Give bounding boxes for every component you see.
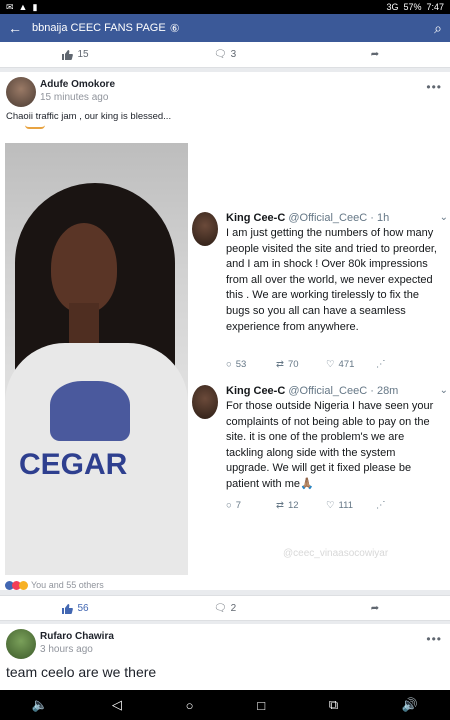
post-actions: 56 🗨 2 ➦ xyxy=(0,595,450,621)
reply-icon: ○ xyxy=(226,359,232,370)
post-time[interactable]: 3 hours ago xyxy=(40,644,93,655)
retweet-icon: ⇄ xyxy=(276,500,284,511)
tweet-actions: ○ 7 ⇄ 12 ♡ 111 ⋰ xyxy=(226,500,426,511)
like-count: 56 xyxy=(77,602,89,614)
comment-icon: 🗨 xyxy=(213,49,227,60)
face-shape xyxy=(51,223,117,313)
like-count: ♡ 111 xyxy=(326,500,353,511)
avatar[interactable] xyxy=(6,629,36,659)
like-button[interactable]: 56 xyxy=(0,603,150,614)
alert-icon: ▲ xyxy=(18,1,28,12)
share-icon: ⋰ xyxy=(376,500,386,511)
tweet-header: King Cee-C @Official_CeeC · 28m xyxy=(226,385,398,397)
tweet-text: For those outside Nigeria I have seen yo… xyxy=(226,400,434,490)
post-time[interactable]: 15 minutes ago xyxy=(40,92,108,103)
volume-down-icon[interactable]: 🔈 xyxy=(32,697,48,713)
thumbs-up-icon xyxy=(62,603,74,614)
retweet-count: ⇄ 12 xyxy=(276,500,299,511)
reactions-summary[interactable]: You and 55 others xyxy=(5,580,104,590)
comment-button[interactable]: 🗨 3 xyxy=(150,49,300,60)
tweet-actions: ○ 53 ⇄ 70 ♡ 471 ⋰ xyxy=(226,359,426,370)
reactions-text: You and 55 others xyxy=(31,580,104,590)
chevron-down-icon: ⌄ xyxy=(439,212,448,223)
share-button[interactable]: ➦ xyxy=(300,49,450,60)
verified-icon: ⑥ xyxy=(169,22,180,35)
wow-reaction-icon xyxy=(19,580,28,590)
share-icon: ➦ xyxy=(370,49,380,60)
more-options-icon[interactable]: ••• xyxy=(426,80,442,94)
post-text: team ceelo are we there xyxy=(6,664,157,680)
tweet-1: King Cee-C @Official_CeeC · 1h ⌄ I am ju… xyxy=(192,212,450,377)
avatar[interactable] xyxy=(6,77,36,107)
app-bar: ← bbnaija CEEC FANS PAGE ⑥ ⌕ xyxy=(0,14,450,42)
like-count: ♡ 471 xyxy=(326,359,355,370)
shirt-text: CEGAR xyxy=(19,448,128,481)
next-post-card: Rufaro Chawira 3 hours ago ••• team ceel… xyxy=(0,624,450,690)
search-icon[interactable]: ⌕ xyxy=(434,20,442,37)
reply-count: ○ 53 xyxy=(226,359,247,370)
tweet-avatar xyxy=(192,385,218,419)
post-author[interactable]: Rufaro Chawira xyxy=(40,631,114,642)
tweet-handle: @Official_CeeC · 1h xyxy=(288,212,390,224)
comment-count: 2 xyxy=(230,602,237,614)
tweet-text: I am just getting the numbers of how man… xyxy=(226,227,437,333)
tweet-handle: @Official_CeeC · 28m xyxy=(288,385,399,397)
battery-level: 57% xyxy=(403,2,422,12)
tweet-header: King Cee-C @Official_CeeC · 1h xyxy=(226,212,389,224)
volume-up-icon[interactable]: 🔊 xyxy=(402,697,418,713)
page-title: bbnaija CEEC FANS PAGE xyxy=(32,22,166,34)
heart-icon: ♡ xyxy=(326,359,335,370)
watermark: @ceec_vinaasocowiyar xyxy=(283,548,389,559)
comment-icon: 🗨 xyxy=(213,602,227,614)
reply-icon: ○ xyxy=(226,500,232,511)
thumbs-up-icon xyxy=(62,50,74,60)
home-icon[interactable]: ○ xyxy=(186,698,194,713)
previous-post-actions: 15 🗨 3 ➦ xyxy=(0,42,450,68)
like-count: 15 xyxy=(77,49,89,60)
screenshot-icon[interactable]: ⧉ xyxy=(329,697,338,713)
back-arrow-icon[interactable]: ← xyxy=(8,20,28,36)
recents-icon[interactable]: □ xyxy=(257,698,265,713)
tweet-name: King Cee-C xyxy=(226,212,286,224)
comment-button[interactable]: 🗨 2 xyxy=(150,603,300,614)
system-nav-bar: 🔈 ◁ ○ □ ⧉ 🔊 xyxy=(0,690,450,720)
clock: 7:47 xyxy=(426,2,444,12)
tweet-2: King Cee-C @Official_CeeC · 28m ⌄ For th… xyxy=(192,385,450,515)
share-button[interactable]: ➦ xyxy=(300,603,450,614)
back-icon[interactable]: ◁ xyxy=(112,697,122,713)
post-author[interactable]: Adufe Omokore xyxy=(40,79,115,90)
more-options-icon[interactable]: ••• xyxy=(426,632,442,646)
smile-mark xyxy=(25,125,45,129)
notification-icon: ▮ xyxy=(32,1,38,12)
tweet-avatar xyxy=(192,212,218,246)
heart-icon: ♡ xyxy=(326,500,335,511)
portrait-photo: CEGAR xyxy=(5,143,188,575)
retweet-icon: ⇄ xyxy=(276,359,284,370)
post-text: Chaoii traffic jam , our king is blessed… xyxy=(6,111,172,122)
chevron-down-icon: ⌄ xyxy=(439,385,448,396)
tweet-name: King Cee-C xyxy=(226,385,286,397)
share-icon: ➦ xyxy=(370,602,380,614)
mail-icon: ✉ xyxy=(6,1,14,12)
retweet-count: ⇄ 70 xyxy=(276,359,299,370)
comment-count: 3 xyxy=(230,49,237,60)
shirt-logo xyxy=(50,381,130,441)
status-bar: ✉ ▲ ▮ 3G 57% 7:47 xyxy=(0,0,450,14)
reply-count: ○ 7 xyxy=(226,500,242,511)
like-button[interactable]: 15 xyxy=(0,49,150,60)
post-image[interactable]: CEGAR King Cee-C @Official_CeeC · 1h ⌄ I… xyxy=(0,140,450,576)
share-icon: ⋰ xyxy=(376,359,386,370)
network-type: 3G xyxy=(386,2,399,12)
